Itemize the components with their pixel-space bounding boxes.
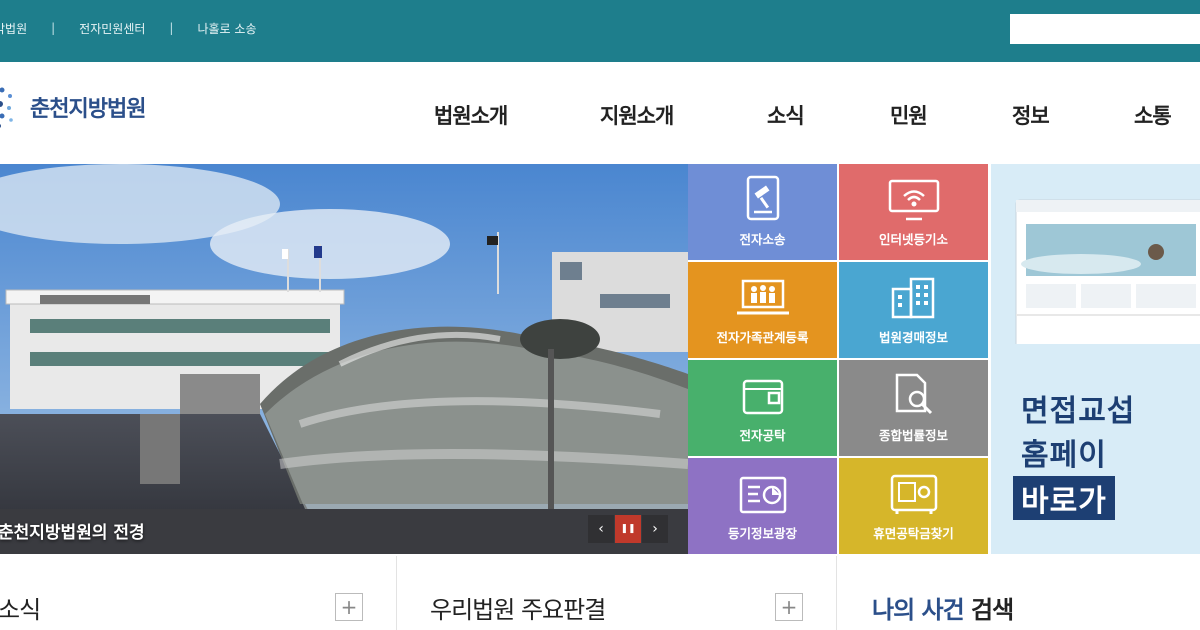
separator: | — [51, 21, 56, 35]
buildings-icon — [891, 277, 934, 319]
monitor-wifi-icon — [888, 179, 939, 221]
tile-label: 법원경매정보 — [878, 330, 948, 345]
case-search-accent: 나의 사건 — [872, 596, 965, 624]
tile-e-family-registration[interactable]: 전자가족관계등록 — [688, 262, 837, 358]
top-link-self-litigation[interactable]: 나홀로 소송 — [197, 20, 256, 37]
hero-slider — [0, 164, 688, 554]
tile-internet-registry[interactable]: 인터넷등기소 — [839, 164, 988, 260]
banner-line-1: 면접교섭 — [1021, 394, 1136, 429]
document-search-icon — [895, 373, 932, 415]
nav-item-court-intro[interactable]: 법원소개 — [434, 100, 508, 130]
tile-label: 전자가족관계등록 — [716, 330, 809, 345]
safe-icon — [890, 474, 937, 514]
top-link-courts[interactable]: 각법원 — [0, 20, 27, 37]
case-search-rest: 검색 — [963, 596, 1014, 624]
banner-line-3: 바로가 — [1013, 476, 1115, 520]
tile-e-litigation[interactable]: 전자소송 — [688, 164, 837, 260]
tile-court-auction-info[interactable]: 법원경매정보 — [839, 262, 988, 358]
courthouse-photo — [0, 164, 688, 554]
family-laptop-icon — [736, 279, 789, 315]
nav-item-news[interactable]: 소식 — [767, 100, 805, 130]
tile-label: 종합법률정보 — [878, 428, 948, 443]
section-title-news: 소식 — [0, 596, 41, 624]
tile-label: 전자공탁 — [739, 428, 786, 443]
chevron-right-icon: › — [652, 521, 658, 537]
tile-legal-info[interactable]: 종합법률정보 — [839, 360, 988, 456]
visitation-homepage-banner[interactable]: 면접교섭 홈페이 바로가 — [991, 164, 1200, 554]
court-emblem-icon — [0, 82, 26, 132]
separator: | — [169, 21, 174, 35]
nav-item-civil[interactable]: 민원 — [890, 100, 928, 130]
tile-e-deposit[interactable]: 전자공탁 — [688, 360, 837, 456]
top-link-e-civil-center[interactable]: 전자민원센터 — [79, 20, 145, 37]
site-title: 춘천지방법원 — [30, 97, 146, 122]
section-title-case-search: 나의 사건 검색 — [872, 590, 1014, 625]
top-links: 각법원 | 전자민원센터 | 나홀로 소송 — [0, 0, 256, 56]
news-more-button[interactable]: + — [335, 593, 363, 621]
nav-item-communication[interactable]: 소통 — [1134, 100, 1172, 130]
tile-label: 전자소송 — [739, 232, 786, 247]
section-title-major-rulings: 우리법원 주요판결 — [430, 596, 606, 624]
slide-prev-button[interactable]: ‹ — [588, 515, 614, 543]
nav-item-info[interactable]: 정보 — [1012, 100, 1050, 130]
tablet-gavel-icon — [746, 175, 779, 221]
hero-caption: 춘천지방법원의 전경 — [0, 523, 145, 543]
tile-dormant-deposit-search[interactable]: 휴면공탁금찾기 — [839, 458, 988, 554]
tile-label: 휴면공탁금찾기 — [873, 526, 954, 541]
banner-line-2: 홈페이 — [1021, 438, 1107, 473]
slide-pause-button[interactable]: ❚❚ — [615, 515, 641, 543]
chart-screen-icon — [739, 476, 786, 514]
chevron-left-icon: ‹ — [598, 521, 604, 537]
pause-icon: ❚❚ — [620, 524, 636, 534]
wallet-icon — [742, 379, 783, 415]
tile-label: 등기정보광장 — [727, 526, 797, 541]
tile-registry-data-plaza[interactable]: 등기정보광장 — [688, 458, 837, 554]
slide-next-button[interactable]: › — [642, 515, 668, 543]
search-input[interactable] — [1010, 14, 1200, 44]
divider — [836, 556, 837, 630]
banner-screenshot-image — [1015, 199, 1200, 349]
nav-item-branch-intro[interactable]: 지원소개 — [600, 100, 674, 130]
rulings-more-button[interactable]: + — [775, 593, 803, 621]
tile-label: 인터넷등기소 — [878, 232, 948, 247]
divider — [396, 556, 397, 630]
site-logo[interactable]: 춘천지방법원 — [0, 82, 146, 132]
